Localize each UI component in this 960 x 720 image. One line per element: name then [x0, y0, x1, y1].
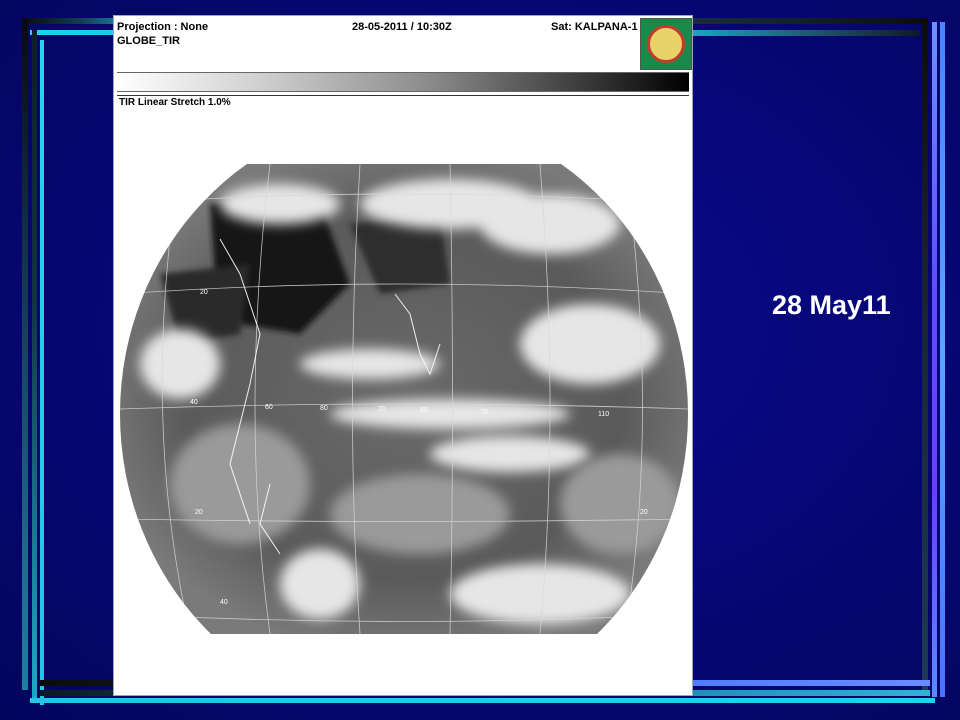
frame-bar-right-1 [922, 18, 928, 690]
grid-label: 80 [320, 405, 328, 412]
imd-emblem-logo [640, 18, 692, 70]
grid-label: 70 [378, 406, 386, 413]
grid-label: 40 [190, 399, 198, 406]
product-label: GLOBE_TIR [117, 35, 180, 47]
frame-bar-left-2 [32, 30, 37, 702]
grid-label: 70 [480, 409, 488, 416]
frame-bar-right-3 [940, 22, 945, 697]
frame-bar-top-left-2 [30, 30, 120, 35]
satellite-image-panel: Projection : None GLOBE_TIR 28-05-2011 /… [113, 15, 693, 696]
grid-label: 60 [420, 407, 428, 414]
earth-disk-svg: 20 40 60 70 80 60 70 110 20 40 20 [120, 164, 688, 634]
frame-bar-left-1 [22, 18, 28, 690]
grayscale-bar [117, 72, 689, 92]
frame-bar-top-right-1 [690, 18, 925, 24]
date-label: 28 May11 [772, 290, 891, 320]
grid-label: 20 [640, 509, 648, 516]
frame-bar-left-3 [40, 40, 44, 705]
grid-label: 110 [598, 411, 609, 418]
satellite-label: Sat: KALPANA-1 [551, 21, 638, 33]
divider [117, 95, 689, 96]
projection-label: Projection : None [117, 21, 209, 33]
grid-label: 40 [220, 599, 228, 606]
frame-bar-bottom-3 [30, 698, 935, 703]
grid-label: 20 [195, 509, 203, 516]
timestamp-label: 28-05-2011 / 10:30Z [352, 21, 452, 33]
stretch-label: TIR Linear Stretch 1.0% [119, 97, 231, 108]
earth-disk-image: 20 40 60 70 80 60 70 110 20 40 20 [120, 164, 688, 634]
grid-label: 60 [265, 404, 273, 411]
frame-bar-top-right-2 [690, 30, 920, 36]
frame-bar-right-2 [932, 22, 937, 697]
grid-label: 20 [200, 289, 208, 296]
frame-bar-top-left-1 [22, 18, 122, 24]
